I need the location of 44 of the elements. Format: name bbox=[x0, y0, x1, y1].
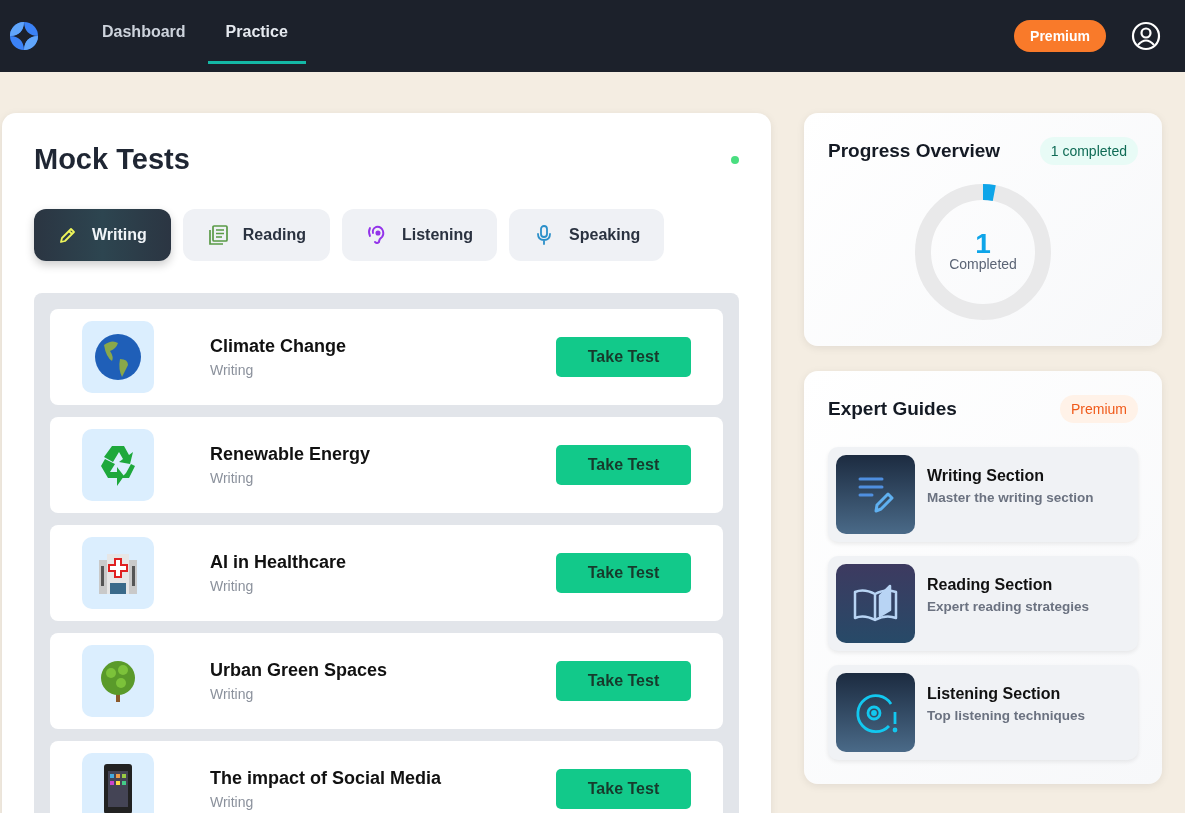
guide-subtitle: Expert reading strategies bbox=[927, 599, 1090, 614]
guide-subtitle: Top listening techniques bbox=[927, 708, 1085, 723]
card-title: Expert Guides bbox=[828, 398, 957, 420]
user-icon[interactable] bbox=[1131, 21, 1161, 51]
test-section: Writing bbox=[210, 470, 556, 486]
logo-icon[interactable] bbox=[9, 21, 39, 51]
take-test-button[interactable]: Take Test bbox=[556, 769, 691, 809]
guide-title: Listening Section bbox=[927, 685, 1062, 703]
test-title: Climate Change bbox=[210, 336, 348, 357]
card-title: Progress Overview bbox=[828, 140, 1001, 162]
take-test-button[interactable]: Take Test bbox=[556, 553, 691, 593]
newspaper-icon bbox=[206, 224, 229, 246]
test-title: AI in Healthcare bbox=[210, 552, 348, 573]
take-test-button[interactable]: Take Test bbox=[556, 661, 691, 701]
nav-link[interactable]: Practice bbox=[207, 0, 306, 64]
take-test-button[interactable]: Take Test bbox=[556, 445, 691, 485]
pencil-icon bbox=[58, 225, 78, 245]
book-icon bbox=[851, 583, 900, 624]
guide-item[interactable]: Reading Section Expert reading strategies bbox=[828, 556, 1138, 651]
guide-title: Writing Section bbox=[927, 467, 1046, 485]
phone-icon bbox=[103, 763, 133, 813]
test-section: Writing bbox=[210, 686, 556, 702]
guide-item[interactable]: Writing Section Master the writing section bbox=[828, 447, 1138, 542]
test-section: Writing bbox=[210, 794, 556, 810]
globe-icon bbox=[94, 333, 142, 381]
section-tab[interactable]: Speaking bbox=[509, 209, 665, 261]
test-section: Writing bbox=[210, 362, 556, 378]
guide-item[interactable]: Listening Section Top listening techniques bbox=[828, 665, 1138, 760]
section-tab[interactable]: Reading bbox=[182, 209, 330, 261]
guide-title: Reading Section bbox=[927, 576, 1054, 594]
test-title: Urban Green Spaces bbox=[210, 660, 389, 681]
section-tab[interactable]: Writing bbox=[34, 209, 171, 261]
test-title: Renewable Energy bbox=[210, 444, 372, 465]
nav-link[interactable]: Dashboard bbox=[84, 0, 204, 64]
test-title: The impact of Social Media bbox=[210, 768, 443, 789]
section-tab[interactable]: Listening bbox=[341, 209, 498, 261]
guide-subtitle: Master the writing section bbox=[927, 490, 1094, 505]
premium-badge: Premium bbox=[1060, 395, 1138, 423]
card-title: Mock Tests bbox=[34, 143, 190, 176]
completed-count: 1 bbox=[975, 232, 991, 256]
test-section: Writing bbox=[210, 578, 556, 594]
completed-badge: 1 completed bbox=[1039, 137, 1138, 165]
take-test-button[interactable]: Take Test bbox=[556, 337, 691, 377]
completed-label: Completed bbox=[949, 256, 1017, 272]
